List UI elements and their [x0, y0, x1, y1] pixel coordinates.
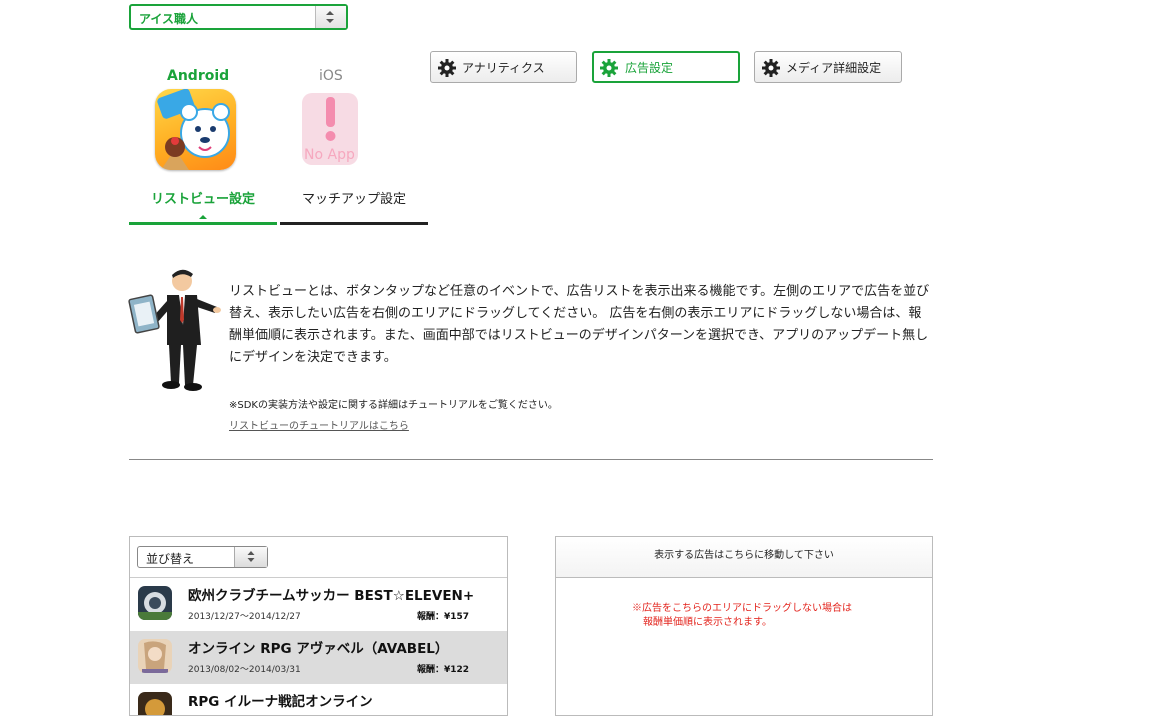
- media-settings-button-label: メディア詳細設定: [786, 61, 882, 75]
- platform-android-label: Android: [167, 68, 230, 84]
- gear-icon: [762, 59, 780, 80]
- app-select-value: アイス職人: [139, 12, 199, 26]
- listview-description: リストビューとは、ボタンタップなど任意のイベントで、広告リストを表示出来る機能で…: [229, 284, 930, 365]
- divider: [129, 459, 933, 460]
- ad-reward: 報酬：¥122: [417, 665, 470, 675]
- businessman-illustration: [127, 265, 222, 393]
- android-app-icon[interactable]: [155, 89, 236, 170]
- ad-period: 2013/12/27〜2014/12/27: [188, 612, 301, 622]
- drop-area-note-line2: 報酬単価順に表示されます。: [643, 617, 772, 628]
- ad-list-panel: 並び替え 欧州クラブチームサッカー BEST☆ELEVEN+ 2013/12/2…: [129, 536, 508, 716]
- ad-app-icon: [138, 639, 172, 673]
- drop-area-note-line1: ※広告をこちらのエリアにドラッグしない場合は: [632, 603, 852, 614]
- ad-reward: 報酬：¥157: [417, 612, 470, 622]
- gear-icon: [600, 59, 618, 80]
- ad-title: RPG イルーナ戦記オンライン: [188, 694, 373, 710]
- list-item[interactable]: RPG イルーナ戦記オンライン: [130, 684, 507, 715]
- no-app-text: No App: [304, 147, 355, 163]
- drop-area-header: 表示する広告はこちらに移動して下さい: [556, 537, 932, 578]
- list-item[interactable]: 欧州クラブチームサッカー BEST☆ELEVEN+ 2013/12/27〜201…: [130, 578, 507, 631]
- platform-ios-label: iOS: [319, 68, 343, 84]
- app-select[interactable]: アイス職人: [129, 4, 348, 30]
- ad-settings-button-label: 広告設定: [625, 61, 674, 75]
- tab-matchup[interactable]: マッチアップ設定: [280, 186, 428, 225]
- tutorial-link[interactable]: リストビューのチュートリアルはこちら: [229, 417, 409, 432]
- analytics-button[interactable]: アナリティクス: [430, 51, 577, 83]
- select-arrows-icon: [234, 547, 267, 567]
- list-item[interactable]: オンライン RPG アヴァベル（AVABEL） 2013/08/02〜2014/…: [130, 631, 507, 684]
- analytics-button-label: アナリティクス: [462, 61, 545, 75]
- ad-app-icon: [138, 586, 172, 620]
- tab-listview[interactable]: リストビュー設定: [129, 186, 277, 225]
- media-settings-button[interactable]: メディア詳細設定: [754, 51, 902, 83]
- ad-period: 2013/08/02〜2014/03/31: [188, 665, 301, 675]
- sort-select-value: 並び替え: [146, 552, 195, 566]
- ad-title: オンライン RPG アヴァベル（AVABEL）: [188, 641, 449, 657]
- sort-select[interactable]: 並び替え: [137, 546, 268, 568]
- drop-area-note: ※広告をこちらのエリアにドラッグしない場合は 報酬単価順に表示されます。: [632, 602, 852, 630]
- display-ads-drop-area[interactable]: 表示する広告はこちらに移動して下さい ※広告をこちらのエリアにドラッグしない場合…: [555, 536, 933, 716]
- gear-icon: [438, 59, 456, 80]
- ad-settings-button[interactable]: 広告設定: [592, 51, 740, 83]
- ad-app-icon: [138, 692, 172, 715]
- ad-title: 欧州クラブチームサッカー BEST☆ELEVEN+: [188, 588, 475, 604]
- active-tab-caret-icon: [199, 215, 207, 219]
- sdk-note: ※SDKの実装方法や設定に関する詳細はチュートリアルをご覧ください。: [229, 400, 558, 411]
- select-arrows-icon: [315, 6, 346, 28]
